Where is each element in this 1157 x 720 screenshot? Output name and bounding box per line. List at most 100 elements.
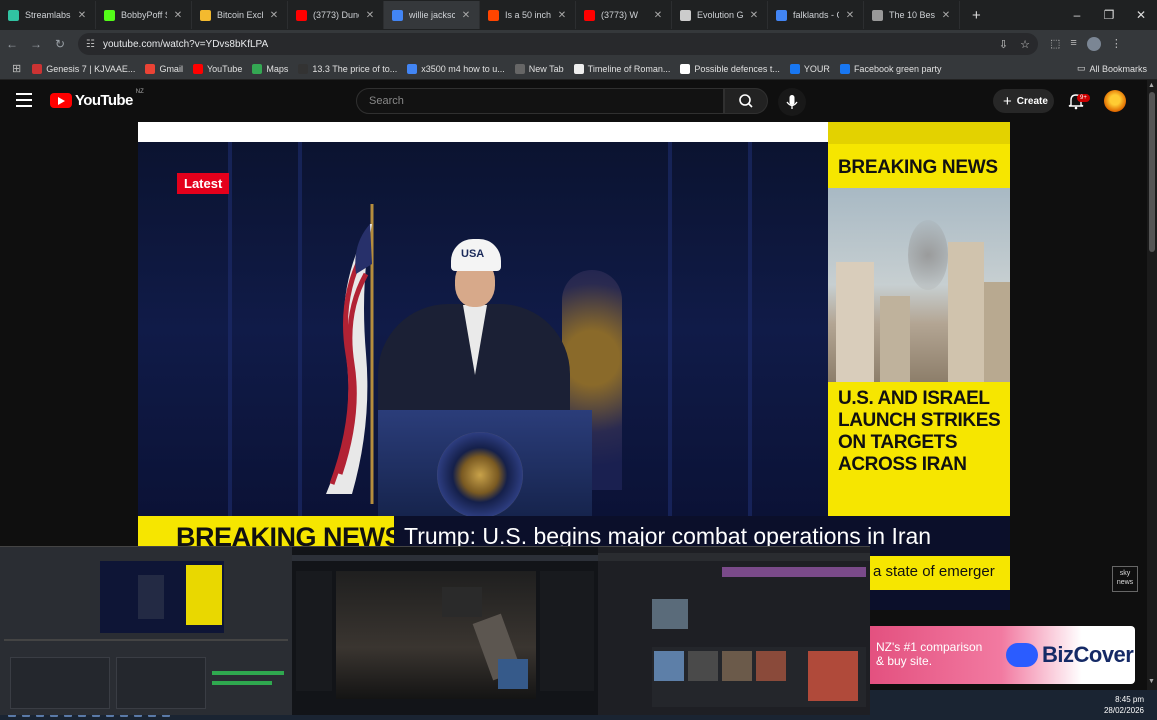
bookmark-favicon-icon [789,63,800,74]
browser-tab[interactable]: Streamlabs E ✕ [0,1,96,29]
scroll-down-arrow-icon[interactable]: ▼ [1148,678,1155,685]
strike-photo [828,188,1010,382]
maximize-button[interactable]: ❐ [1093,0,1125,30]
close-window-button[interactable]: ✕ [1125,0,1157,30]
site-info-icon[interactable]: ☷ [86,39,95,50]
bookmark-item[interactable]: Timeline of Roman... [569,63,676,74]
bookmark-favicon-icon [298,63,309,74]
system-clock[interactable]: 8:45 pm 28/02/2026 [1104,694,1144,716]
tab-close-icon[interactable]: ✕ [653,10,663,21]
video-main-frame: Latest USA [138,142,828,518]
browser-tab[interactable]: willie jacksc ✕ [384,1,480,29]
bookmark-label: New Tab [528,63,564,74]
bookmark-label: YOUR [803,63,830,74]
bookmark-item[interactable]: YouTube [188,63,247,74]
browser-tab[interactable]: (3773) W ✕ [576,1,672,29]
tab-label: falklands - G [793,10,839,20]
back-arrow-icon[interactable]: ← [0,37,24,51]
scrollbar-thumb[interactable] [1149,92,1155,252]
cap-text: USA [461,248,485,260]
all-bookmarks-button[interactable]: ▭ All Bookmarks [1077,63,1157,74]
forward-arrow-icon[interactable]: → [24,37,48,51]
reload-icon[interactable]: ↻ [48,37,72,51]
create-button[interactable]: + Create [993,89,1054,113]
notification-badge: 9+ [1077,94,1090,102]
bookmarks-bar: ⊞ Genesis 7 | KJVAAE... Gmail YouTube Maps 1… [0,58,1157,80]
bookmark-star-icon[interactable]: ☆ [1020,38,1030,51]
bookmark-item[interactable]: x3500 m4 how to u... [402,63,510,74]
search-input[interactable]: Search [356,88,724,114]
scroll-up-arrow-icon[interactable]: ▲ [1148,82,1155,89]
bookmark-label: YouTube [206,63,243,74]
bookmark-item[interactable]: Gmail [140,63,188,74]
breaking-news-title: BREAKING NEWS [838,157,998,178]
bookmark-favicon-icon [573,63,584,74]
create-label: Create [1016,95,1048,107]
menu-icon[interactable] [16,93,32,107]
tab-label: willie jacksc [409,10,455,20]
ad-brand: BizCover [1042,642,1134,667]
bookmark-label: Genesis 7 | KJVAAE... [46,63,136,74]
browser-tab[interactable]: Evolution Ga ✕ [672,1,768,29]
browser-tab[interactable]: falklands - G ✕ [768,1,864,29]
apps-grid-icon[interactable]: ⊞ [6,62,27,75]
browser-tab[interactable]: Bitcoin Excha ✕ [192,1,288,29]
folder-icon: ▭ [1076,63,1086,73]
window-preview-obs[interactable] [0,547,292,715]
youtube-wordmark: YouTube [75,92,133,109]
youtube-header: YouTube NZ Search + Create [0,80,1157,122]
install-app-icon[interactable]: ⇩ [999,38,1008,51]
menu-dots-icon[interactable]: ⋮ [1111,37,1122,51]
ad-banner[interactable]: NZ's #1 comparison & buy site. BizCover [868,626,1135,684]
video-player[interactable]: Latest USA BREAKING NEWS U.S. AND ISRAEL… [138,122,1010,610]
voice-search-button[interactable] [778,88,806,116]
bookmark-favicon-icon [145,63,156,74]
clock-time: 8:45 pm [1115,695,1144,704]
tab-close-icon[interactable]: ✕ [749,10,759,21]
tab-close-icon[interactable]: ✕ [845,10,855,21]
new-tab-button[interactable]: + [960,7,993,24]
tab-close-icon[interactable]: ✕ [77,10,87,21]
bookmark-item[interactable]: New Tab [510,63,569,74]
youtube-logo[interactable]: YouTube NZ [50,89,144,109]
tab-close-icon[interactable]: ✕ [173,10,183,21]
bookmark-item[interactable]: Facebook green party [835,63,947,74]
browser-tab[interactable]: BobbyPoff St ✕ [96,1,192,29]
bookmark-item[interactable]: 13.3 The price of to... [293,63,402,74]
tab-close-icon[interactable]: ✕ [461,10,471,21]
url-bar[interactable]: ☷ youtube.com/watch?v=YDvs8bKfLPA ⇩ ☆ [78,33,1038,55]
search-button[interactable] [724,88,768,114]
bookmark-item[interactable]: Maps [247,63,293,74]
profile-icon[interactable] [1086,37,1101,51]
bookmark-item[interactable]: Possible defences t... [675,63,785,74]
window-preview-game[interactable] [292,547,598,715]
clock-date: 28/02/2026 [1103,706,1144,715]
bookmark-label: 13.3 The price of to... [312,63,398,74]
media-icon[interactable]: ≡ [1070,37,1076,51]
bookmark-label: Maps [266,63,289,74]
tab-label: Evolution Ga [697,10,743,20]
tab-close-icon[interactable]: ✕ [269,10,279,21]
bookmark-favicon-icon [839,63,850,74]
window-preview-browser[interactable] [598,547,870,715]
bookmark-list: Genesis 7 | KJVAAE... Gmail YouTube Maps 13.… [27,63,947,74]
bookmark-favicon-icon [514,63,525,74]
minimize-button[interactable]: – [1061,0,1093,30]
page-scrollbar[interactable] [1147,80,1157,690]
bookmark-favicon-icon [407,63,418,74]
tab-favicon-icon [872,9,883,21]
tab-close-icon[interactable]: ✕ [557,10,567,21]
bizcover-logo-icon [1006,643,1038,667]
tab-close-icon[interactable]: ✕ [365,10,375,21]
extensions-icon[interactable]: ⬚ [1050,37,1060,51]
browser-tab[interactable]: Is a 50 inch ✕ [480,1,576,29]
side-headline: U.S. AND ISRAEL LAUNCH STRIKES ON TARGET… [838,388,1001,475]
ticker-text: a state of emerger [873,563,995,580]
bookmark-item[interactable]: Genesis 7 | KJVAAE... [27,63,140,74]
bookmark-item[interactable]: YOUR [785,63,835,74]
browser-tab[interactable]: (3773) Dunc ✕ [288,1,384,29]
tab-close-icon[interactable]: ✕ [941,10,951,21]
browser-tab[interactable]: The 10 Best ✕ [864,1,960,29]
account-avatar[interactable] [1104,90,1126,112]
youtube-play-icon [50,93,72,108]
